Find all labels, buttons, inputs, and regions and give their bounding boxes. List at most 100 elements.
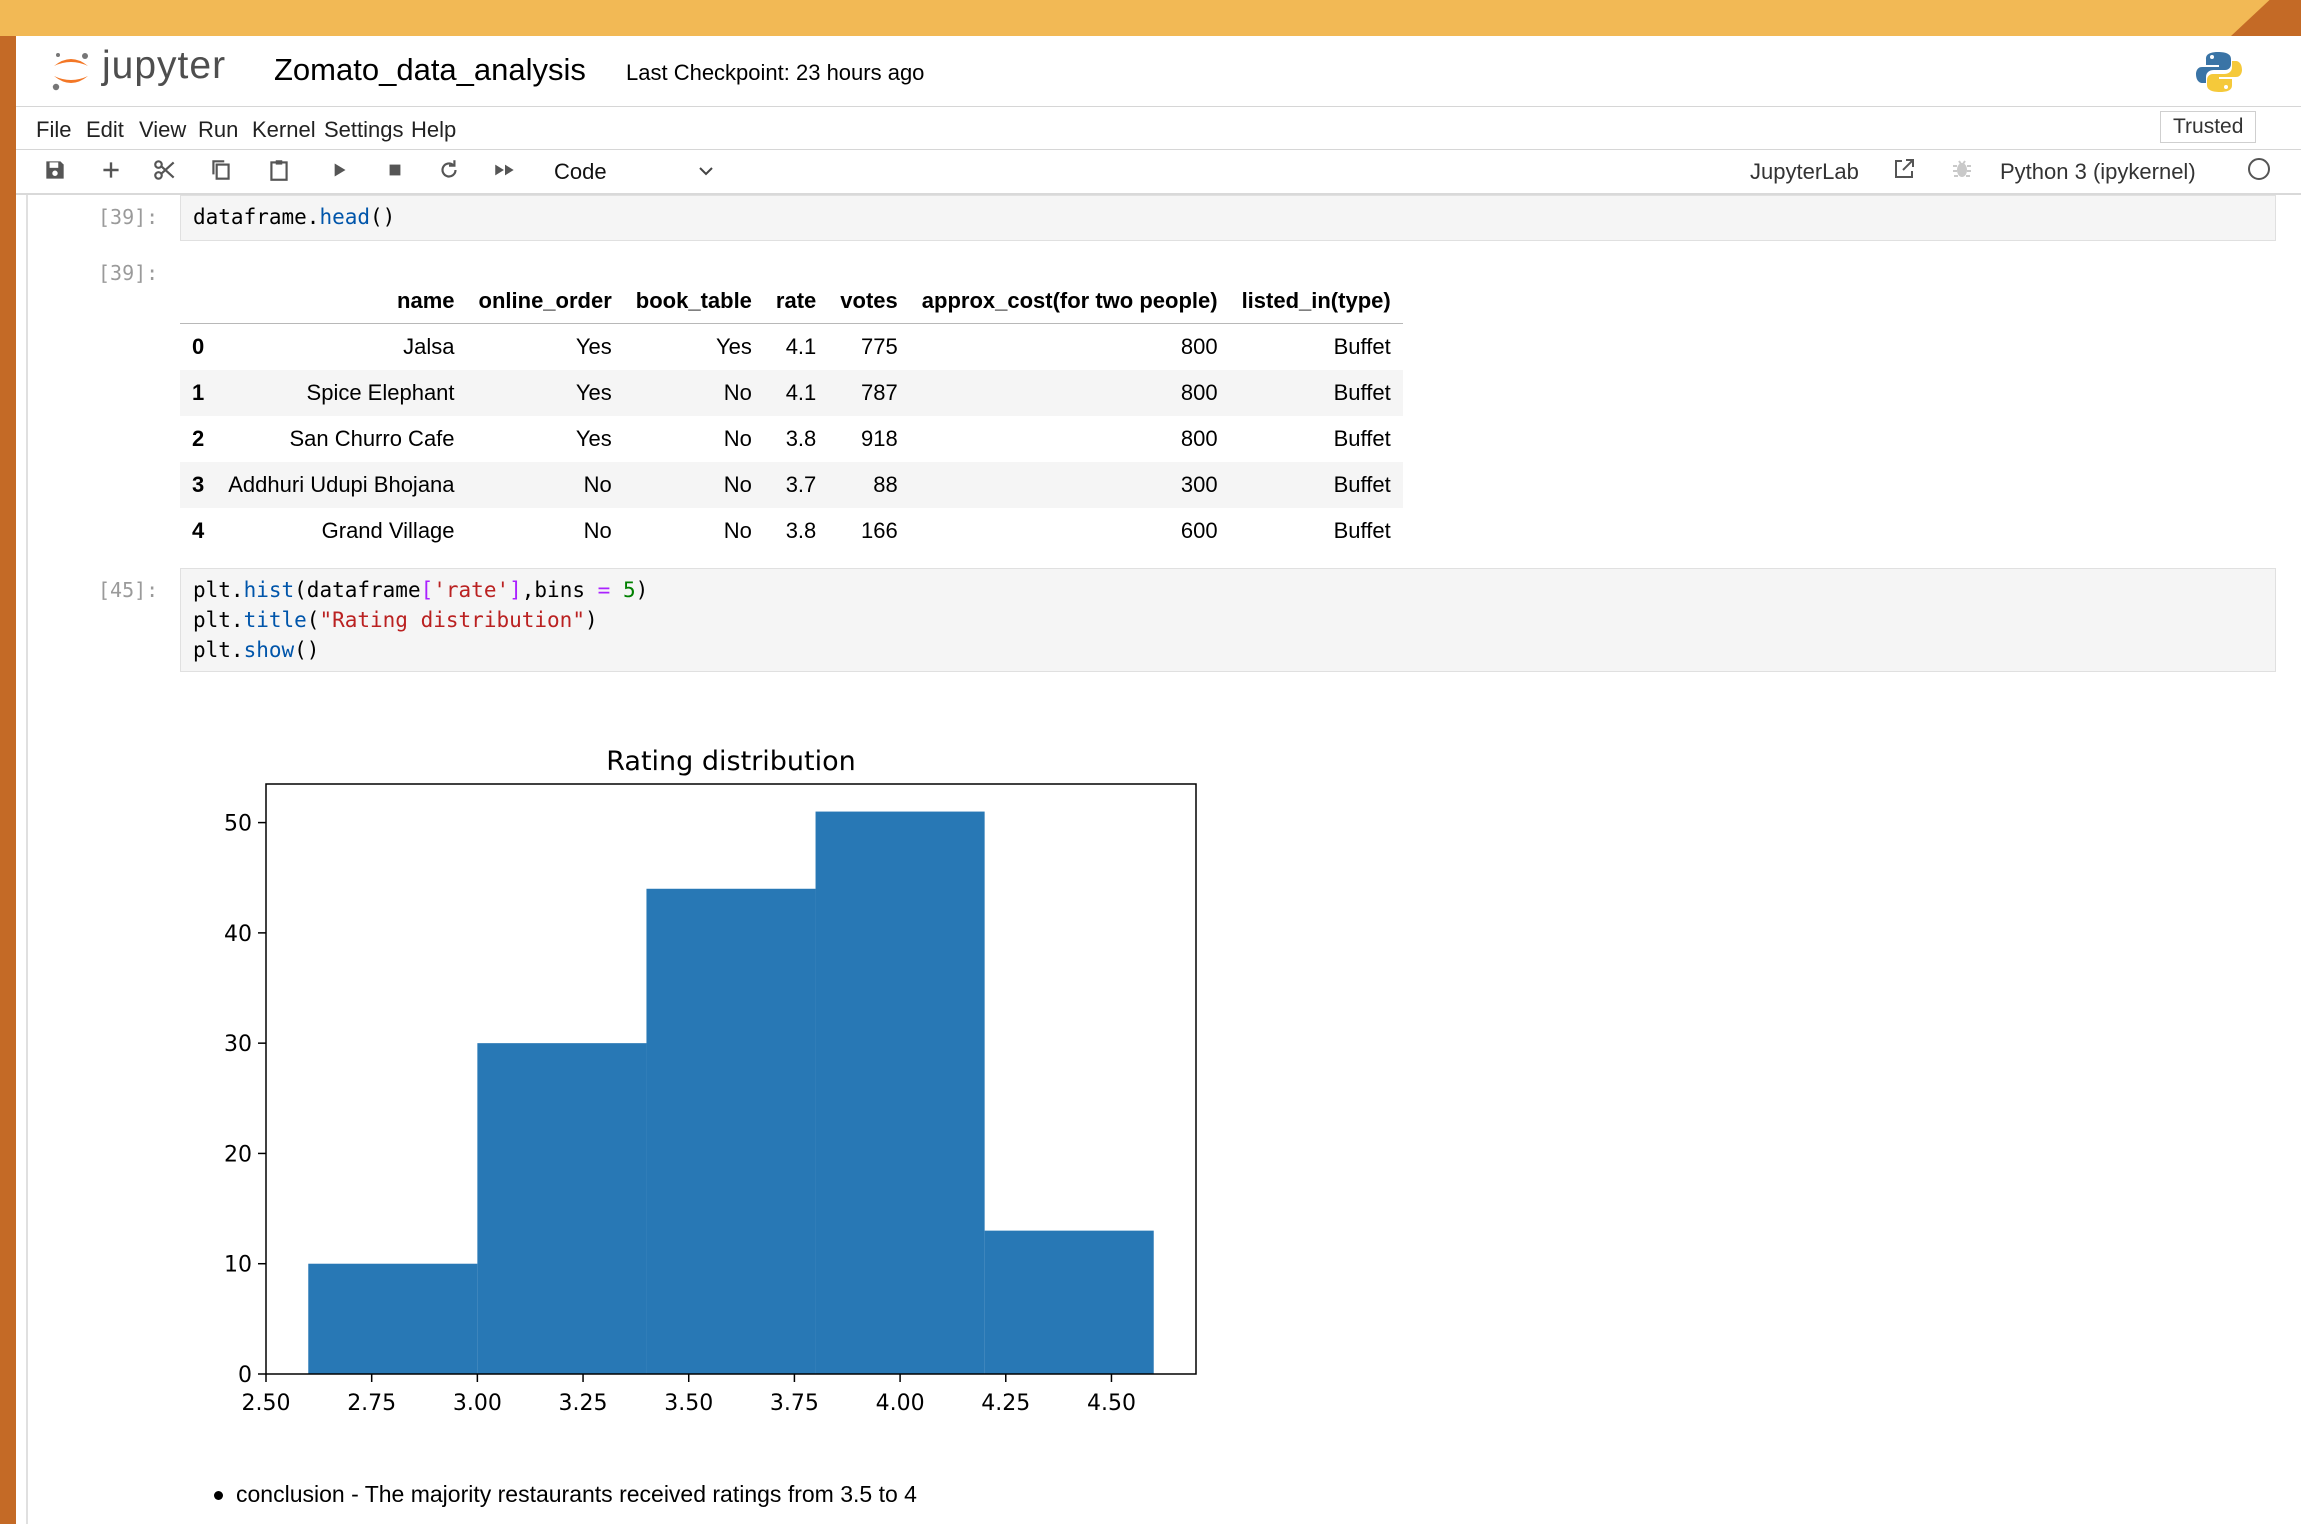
- row-index: 0: [192, 334, 205, 359]
- menu-kernel[interactable]: Kernel: [252, 117, 316, 143]
- row-index: 3: [180, 462, 217, 508]
- code-token: "Rating distribution": [319, 608, 585, 632]
- column-header: approx_cost(for two people): [909, 279, 1230, 324]
- kernel-name[interactable]: Python 3 (ipykernel): [2000, 159, 2196, 185]
- histogram-bar: [815, 811, 985, 1374]
- paste-icon[interactable]: [266, 157, 292, 183]
- table-cell: No: [623, 462, 764, 508]
- column-header: listed_in(type): [1229, 279, 1403, 324]
- input-prompt: [45]:: [98, 578, 159, 602]
- jupyter-logo-text[interactable]: jupyter: [102, 44, 226, 88]
- y-tick-label: 50: [224, 812, 252, 837]
- x-tick-label: 4.00: [876, 1391, 925, 1416]
- notebook-header: jupyter Zomato_data_analysis Last Checkp…: [16, 36, 2301, 106]
- table-cell: Yes: [466, 370, 624, 416]
- code-token: (dataframe: [294, 578, 421, 602]
- column-header: book_table: [623, 279, 764, 324]
- code-cell[interactable]: plt.hist(dataframe['rate'],bins = 5) plt…: [180, 568, 2276, 672]
- table-cell: 4.1: [785, 334, 817, 359]
- code-token: ): [584, 608, 598, 632]
- add-cell-icon[interactable]: [98, 157, 124, 183]
- code-cell[interactable]: dataframe.head(): [180, 195, 2276, 241]
- menu-file[interactable]: File: [36, 117, 71, 143]
- row-index: 4: [192, 518, 205, 543]
- copy-icon[interactable]: [208, 157, 234, 183]
- jupyter-logo-icon[interactable]: [50, 50, 92, 92]
- x-tick-label: 3.00: [453, 1391, 502, 1416]
- table-cell: 3.7: [763, 462, 829, 508]
- code-token: 'rate': [433, 578, 510, 602]
- table-cell: Addhuri Udupi Bhojana: [216, 462, 467, 508]
- code-line: dataframe.head(): [193, 202, 2263, 232]
- notebook-cells: [39]: dataframe.head() [39]: name online…: [16, 195, 2301, 1524]
- table-cell: 166: [861, 518, 898, 543]
- code-line: plt.show(): [193, 635, 2263, 665]
- x-tick-label: 3.25: [559, 1391, 608, 1416]
- x-tick-label: 2.50: [242, 1391, 291, 1416]
- save-icon[interactable]: [42, 157, 68, 183]
- code-token: head: [319, 205, 371, 229]
- table-cell: No: [623, 370, 764, 416]
- code-token: dataframe.: [193, 205, 320, 229]
- table-cell: 3.8: [785, 426, 817, 451]
- code-token: (: [306, 608, 320, 632]
- conclusion-text: conclusion - The majority restaurants re…: [236, 1481, 917, 1507]
- table-row: 0 Jalsa Yes Yes 4.1 775 800 Buffet: [180, 324, 1403, 371]
- x-tick-label: 4.50: [1087, 1391, 1136, 1416]
- x-tick-label: 3.50: [664, 1391, 713, 1416]
- code-token: show: [243, 638, 295, 662]
- code-token: plt.: [193, 638, 244, 662]
- jupyterlab-link[interactable]: JupyterLab: [1750, 159, 1859, 185]
- table-cell: No: [723, 426, 752, 451]
- table-cell: 800: [1180, 334, 1218, 359]
- histogram-bar: [646, 888, 816, 1374]
- menu-help[interactable]: Help: [411, 117, 456, 143]
- table-cell: 800: [909, 370, 1230, 416]
- histogram-bar: [308, 1263, 478, 1374]
- code-token: (): [294, 638, 320, 662]
- table-cell: Grand Village: [321, 518, 455, 543]
- table-row: 3 Addhuri Udupi Bhojana No No 3.7 88 300…: [180, 462, 1403, 508]
- table-cell: 88: [828, 462, 910, 508]
- x-tick-label: 2.75: [347, 1391, 396, 1416]
- column-header: votes: [828, 279, 910, 324]
- chart-title: Rating distribution: [606, 746, 856, 777]
- cell-type-select[interactable]: Code: [554, 159, 607, 185]
- table-cell: Yes: [575, 426, 612, 451]
- y-tick-label: 40: [224, 922, 252, 947]
- row-index: 2: [192, 426, 205, 451]
- table-row: 2 San Churro Cafe Yes No 3.8 918 800 Buf…: [180, 416, 1403, 462]
- menu-settings[interactable]: Settings: [324, 117, 404, 143]
- x-tick-label: 3.75: [770, 1391, 819, 1416]
- y-tick-label: 0: [238, 1363, 252, 1388]
- dataframe-table: name online_order book_table rate votes …: [180, 279, 1403, 554]
- menu-run[interactable]: Run: [198, 117, 238, 143]
- debugger-bug-icon[interactable]: [1950, 157, 1974, 181]
- trusted-indicator[interactable]: Trusted: [2160, 111, 2257, 143]
- cut-icon[interactable]: [152, 157, 178, 183]
- menu-bar: File Edit View Run Kernel Settings Help …: [16, 106, 2301, 150]
- x-tick-label: 4.25: [981, 1391, 1030, 1416]
- y-tick-label: 20: [224, 1142, 252, 1167]
- chevron-down-icon[interactable]: [696, 161, 716, 181]
- stop-icon[interactable]: [382, 157, 408, 183]
- histogram-bar: [477, 1043, 647, 1374]
- column-header: name: [216, 279, 467, 324]
- restart-icon[interactable]: [436, 157, 462, 183]
- fast-forward-icon[interactable]: [492, 157, 518, 183]
- external-link-icon[interactable]: [1892, 157, 1916, 181]
- table-cell: No: [583, 518, 612, 543]
- column-header-index: [180, 279, 217, 324]
- table-cell: Buffet: [1229, 370, 1403, 416]
- notebook-title[interactable]: Zomato_data_analysis: [274, 52, 586, 88]
- run-icon[interactable]: [326, 157, 352, 183]
- column-header: rate: [763, 279, 829, 324]
- menu-view[interactable]: View: [139, 117, 186, 143]
- menu-edit[interactable]: Edit: [86, 117, 124, 143]
- table-cell: Jalsa: [403, 334, 455, 359]
- y-tick-label: 30: [224, 1032, 252, 1057]
- table-row: 4 Grand Village No No 3.8 166 600 Buffet: [180, 508, 1403, 554]
- code-token: (): [370, 205, 396, 229]
- table-cell: Buffet: [1333, 518, 1391, 543]
- table-cell: 300: [909, 462, 1230, 508]
